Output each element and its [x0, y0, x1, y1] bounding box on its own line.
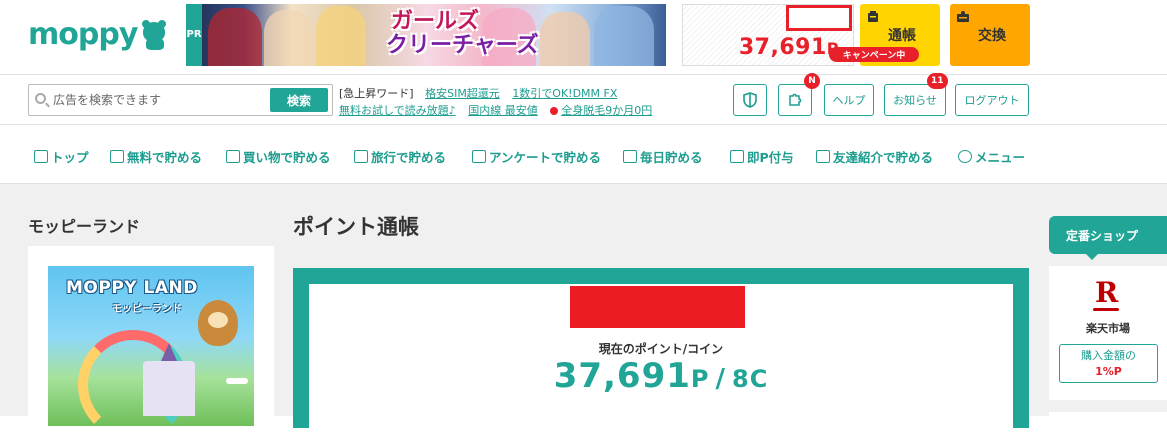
search-input[interactable] — [53, 91, 263, 109]
mobile-icon — [730, 150, 744, 163]
shield-icon — [743, 92, 757, 108]
current-points-value: 37,691P/8C — [553, 356, 769, 396]
shop-card-next[interactable] — [1049, 412, 1167, 422]
search-button[interactable]: 検索 — [270, 88, 328, 112]
nav-shopping[interactable]: 買い物で貯める — [226, 147, 331, 166]
moppy-logo[interactable]: moppy — [28, 18, 169, 52]
header-points: 37,691P — [738, 35, 839, 60]
banner-character — [540, 12, 590, 66]
nav-daily[interactable]: 毎日貯める — [623, 147, 703, 166]
moppy-land-image[interactable]: MOPPY LAND モッピーランド — [48, 266, 254, 426]
campaign-badge: キャンペーン中 — [829, 47, 919, 62]
nav-referral[interactable]: 友達紹介で貯める — [816, 147, 933, 166]
puzzle-button[interactable] — [778, 84, 812, 116]
cart-icon — [226, 150, 240, 163]
mascot-graphic — [198, 300, 238, 346]
logout-button[interactable]: ログアウト — [955, 84, 1029, 116]
nav-free[interactable]: 無料で貯める — [110, 147, 202, 166]
nav-travel[interactable]: 旅行で貯める — [354, 147, 446, 166]
banner-character — [208, 8, 262, 66]
passbook-label: 通帳 — [888, 28, 916, 44]
keyword-link[interactable]: 格安SIM超還元 — [425, 87, 500, 100]
points-summary[interactable]: 37,691P — [682, 4, 854, 66]
exchange-icon — [957, 11, 969, 22]
notice-count-badge: 11 — [927, 73, 948, 89]
keyword-link[interactable]: 1数引でOK!DMM FX — [512, 87, 617, 100]
friends-icon — [816, 150, 830, 163]
main-nav: トップ 無料で貯める 買い物で貯める 旅行で貯める アンケートで貯める 毎日貯め… — [0, 125, 1167, 184]
moppy-land-image-subtitle: モッピーランド — [112, 304, 182, 315]
plane-icon — [354, 150, 368, 163]
help-button[interactable]: ヘルプ — [824, 84, 874, 116]
keyword-link[interactable]: 全身脱毛9か月0円 — [561, 104, 652, 117]
passbook-inner: 現在のポイント/コイン 37,691P/8C — [309, 284, 1013, 434]
logo-text: moppy — [28, 17, 138, 52]
calendar-icon — [623, 150, 637, 163]
shop-rate: 購入金額の 1%P — [1059, 344, 1158, 383]
nav-menu[interactable]: メニュー — [958, 147, 1025, 166]
search-box: 検索 — [28, 84, 333, 116]
moppy-land-image-title: MOPPY LAND — [66, 278, 198, 298]
pr-label: PR — [186, 4, 202, 66]
new-badge: N — [804, 73, 820, 89]
banner-character — [316, 6, 366, 66]
home-icon — [34, 150, 48, 163]
main-content: モッピーランド MOPPY LAND モッピーランド ポイント通帳 現在のポイン… — [0, 184, 1167, 434]
search-row: 検索 [急上昇ワード] 格安SIM超還元 1数引でOK!DMM FX 無料お試し… — [0, 73, 1167, 125]
banner-character — [264, 10, 314, 66]
ad-banner[interactable]: PR ガールズ クリーチャーズ — [186, 4, 666, 66]
mascot-icon — [141, 20, 169, 50]
nav-instant[interactable]: 即P付与 — [730, 147, 794, 166]
top-header: moppy PR ガールズ クリーチャーズ 37,691P 通帳 交換 — [0, 0, 1167, 74]
hand-icon — [110, 150, 124, 163]
clipboard-icon — [472, 150, 486, 163]
banner-title: ガールズ — [391, 9, 480, 34]
search-icon — [35, 93, 46, 104]
redacted-area — [570, 286, 745, 328]
current-points-label: 現在のポイント/コイン — [598, 342, 724, 356]
hot-dot-icon — [550, 107, 559, 115]
puzzle-icon — [789, 93, 802, 106]
standard-shop-tab[interactable]: 定番ショップ — [1049, 216, 1167, 260]
passbook-card: 現在のポイント/コイン 37,691P/8C — [293, 268, 1029, 434]
castle-graphic — [143, 343, 195, 416]
exchange-button[interactable]: 交換 — [950, 4, 1030, 66]
nav-survey[interactable]: アンケートで貯める — [472, 147, 601, 166]
passbook-title: ポイント通帳 — [293, 215, 419, 239]
security-button[interactable] — [733, 84, 767, 116]
passbook-icon — [868, 11, 878, 22]
moppy-land-title: モッピーランド — [28, 217, 141, 236]
rakuten-logo: R — [1093, 276, 1119, 311]
plane-graphic — [226, 378, 248, 384]
shop-name: 楽天市場 — [1086, 322, 1130, 335]
keyword-link[interactable]: 無料お試しで読み放題♪ — [339, 104, 456, 117]
banner-character — [594, 6, 654, 66]
nav-top[interactable]: トップ — [34, 147, 89, 166]
keyword-link[interactable]: 国内線 最安値 — [468, 104, 538, 117]
trending-label: [急上昇ワード] — [339, 87, 414, 100]
moppy-land-card: MOPPY LAND モッピーランド — [28, 246, 274, 426]
shop-card-rakuten[interactable]: R 楽天市場 購入金額の 1%P — [1049, 266, 1167, 400]
menu-icon — [958, 150, 972, 163]
exchange-label: 交換 — [978, 28, 1006, 44]
trending-keywords: [急上昇ワード] 格安SIM超還元 1数引でOK!DMM FX 無料お試しで読み… — [339, 85, 661, 119]
redacted-username — [786, 5, 852, 31]
banner-title-2: クリーチャーズ — [386, 33, 539, 58]
